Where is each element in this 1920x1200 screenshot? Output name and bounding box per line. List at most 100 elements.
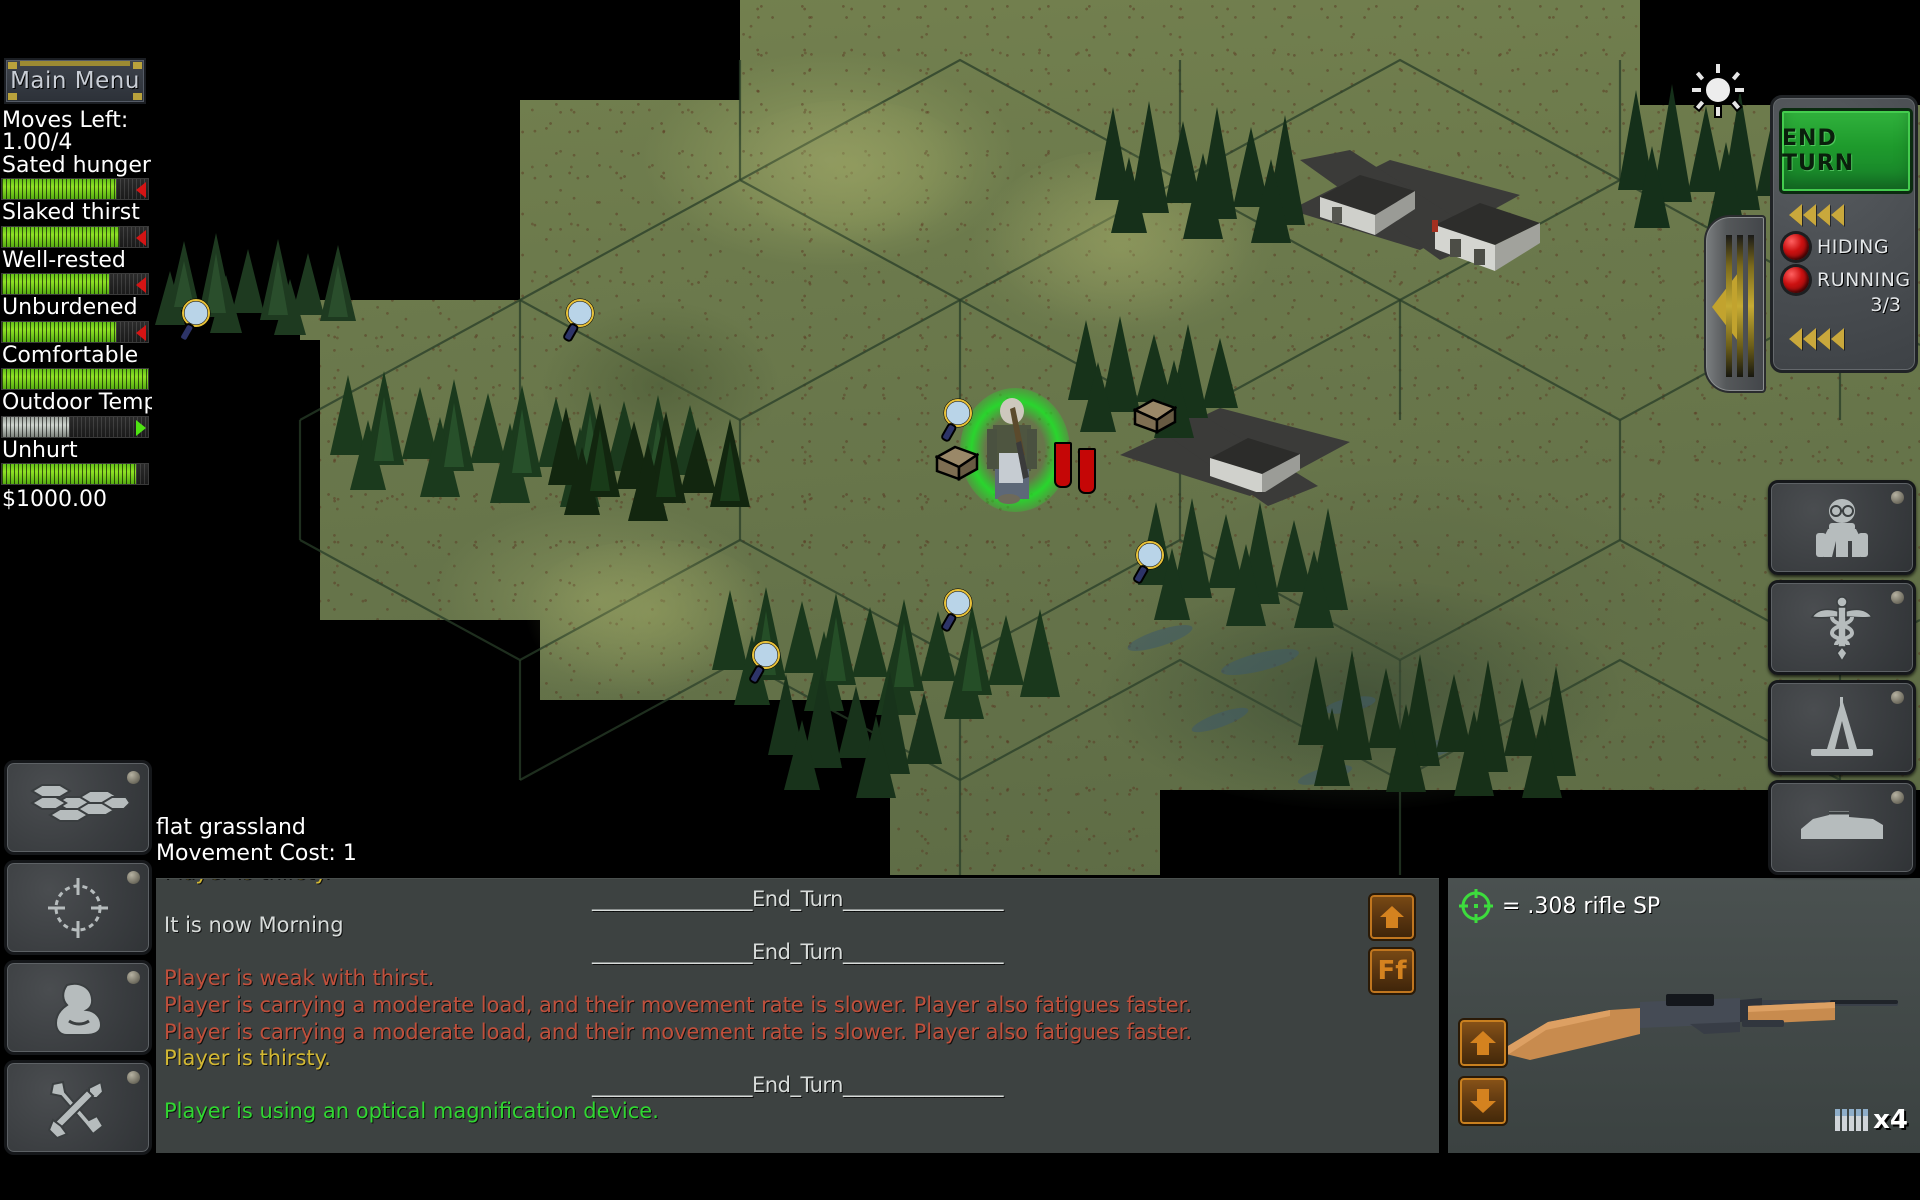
- car-icon: [1801, 810, 1883, 839]
- status-bar-empty: [136, 463, 148, 484]
- rivet-decoration: [127, 771, 140, 784]
- equipped-weapon-panel[interactable]: = .308 rifle SP x4: [1448, 878, 1920, 1153]
- shelter-button[interactable]: [1768, 680, 1916, 775]
- chevron-left-icon: [1789, 204, 1802, 226]
- targeting-button[interactable]: [4, 860, 152, 955]
- turn-gauge-decoration: [1704, 215, 1766, 393]
- building-3: [1210, 438, 1300, 492]
- item-marker[interactable]: [1078, 448, 1096, 494]
- main-menu-button[interactable]: Main Menu: [4, 58, 146, 104]
- flexed-bicep-icon: [54, 982, 103, 1036]
- log-line: Player is weak with thirst.: [164, 966, 435, 991]
- search-marker-icon[interactable]: [178, 298, 212, 344]
- status-bar-marker-icon: [136, 419, 146, 436]
- status-led-list: HIDING RUNNING 3/3: [1779, 234, 1910, 316]
- status-bar-label: Comfortable: [2, 344, 139, 368]
- chevron-left-icon: [1789, 328, 1802, 350]
- tools-icon: [47, 1080, 105, 1139]
- event-log-panel[interactable]: Player is thirsty. ________________End_Tu…: [156, 878, 1439, 1153]
- hex-map[interactable]: [0, 0, 1920, 875]
- chevron-left-icon: [1803, 204, 1816, 226]
- hex-map-button[interactable]: [4, 760, 152, 855]
- log-controls: Ff: [1368, 893, 1416, 1001]
- strength-button[interactable]: [4, 960, 152, 1055]
- search-marker-icon[interactable]: [562, 298, 596, 344]
- search-marker-icon[interactable]: [1132, 540, 1166, 586]
- sun-weather-icon: [1690, 62, 1746, 118]
- status-bar-marker-icon: [136, 277, 146, 294]
- event-log-lines: Player is thirsty. ________________End_Tu…: [156, 879, 1439, 1125]
- end-turn-panel: END TURN HIDING RUNNING 3/3: [1770, 95, 1918, 373]
- status-bar-marker-icon: [136, 229, 146, 246]
- loot-crate-icon[interactable]: [935, 445, 979, 481]
- vehicle-button[interactable]: [1768, 780, 1916, 875]
- search-marker-icon[interactable]: [748, 640, 782, 686]
- status-bar-marker-icon: [136, 324, 146, 341]
- chevron-left-icon: [1803, 328, 1816, 350]
- crafting-button[interactable]: [4, 1060, 152, 1155]
- rivet-decoration: [127, 971, 140, 984]
- status-indicator-row[interactable]: RUNNING: [1783, 267, 1910, 293]
- rivet-decoration: [1891, 691, 1904, 704]
- search-marker-icon[interactable]: [940, 398, 974, 444]
- status-bar-fill: [2, 274, 109, 295]
- weapon-move-up-button[interactable]: [1458, 1018, 1508, 1068]
- log-line: Player is thirsty.: [164, 1046, 331, 1071]
- crosshair-icon: [48, 877, 108, 938]
- left-toolbar: [4, 760, 154, 1160]
- chevron-left-group-bottom: [1789, 328, 1909, 350]
- moves-left-label: Moves Left:: [2, 110, 129, 133]
- end-turn-button[interactable]: END TURN: [1779, 108, 1913, 194]
- movement-cost-value: 1: [342, 840, 357, 866]
- ammo-count-value: x4: [1873, 1105, 1908, 1135]
- terrain-movement-cost: Movement Cost: 1: [156, 841, 357, 867]
- ammo-reticle-icon: [1459, 889, 1493, 923]
- menu-corner: [133, 62, 142, 69]
- chevron-left-icon: [1831, 328, 1844, 350]
- log-line: Player is carrying a moderate load, and …: [164, 1019, 1193, 1044]
- medical-button[interactable]: [1768, 580, 1916, 675]
- rifle-image[interactable]: [1490, 976, 1900, 1066]
- terrain-info: flat grassland Movement Cost: 1: [156, 815, 357, 867]
- status-bar-gauge: [1, 462, 149, 485]
- right-toolbar: [1768, 480, 1916, 880]
- search-marker-icon[interactable]: [940, 588, 974, 634]
- menu-corner: [8, 62, 17, 69]
- menu-gold-trim: [20, 61, 130, 66]
- arrow-down-icon: [1470, 1089, 1496, 1113]
- log-line: Player is using an optical magnification…: [164, 1099, 659, 1124]
- status-bar-fill: [2, 179, 116, 200]
- status-bar-fill: [2, 463, 137, 484]
- building-2: [1432, 203, 1540, 271]
- log-filter-button[interactable]: Ff: [1368, 947, 1416, 995]
- status-bar-fill: [2, 369, 148, 390]
- status-bar-label: Unburdened: [2, 297, 138, 320]
- status-bar-label: Outdoor Temp:: [2, 392, 152, 415]
- main-menu-label: Main Menu: [10, 68, 140, 94]
- log-line: ________________End_Turn________________: [592, 939, 1003, 964]
- log-line: Player is carrying a moderate load, and …: [164, 992, 1193, 1017]
- weapon-move-down-button[interactable]: [1458, 1076, 1508, 1126]
- status-indicator-row[interactable]: HIDING: [1783, 234, 1909, 260]
- status-bar-marker-icon: [136, 182, 146, 199]
- status-indicator-value: 3/3: [1870, 294, 1901, 316]
- status-bar-gauge: [1, 415, 149, 438]
- ammo-count-row: x4: [1834, 1103, 1908, 1137]
- arrow-up-icon: [1380, 906, 1404, 928]
- water-streaks: [1127, 625, 1463, 785]
- player-status-panel: Main Menu Moves Left: 1.00/4 Sated hunge…: [0, 50, 152, 512]
- status-bar-fill: [2, 226, 119, 247]
- loot-crate-icon[interactable]: [1133, 398, 1177, 434]
- rivet-decoration: [1891, 791, 1904, 804]
- bullet-stack-icon: [1835, 1109, 1869, 1131]
- status-bar-label: Well-rested: [2, 249, 126, 273]
- status-bar-gauge: [1, 320, 149, 343]
- rivet-decoration: [127, 871, 140, 884]
- player-avatar[interactable]: [975, 395, 1049, 505]
- status-bar-fill: [2, 416, 70, 437]
- item-marker[interactable]: [1054, 442, 1072, 488]
- character-button[interactable]: [1768, 480, 1916, 575]
- status-bar-label: Sated hunger: [2, 154, 151, 178]
- chevron-left-icon: [1817, 204, 1830, 226]
- log-scroll-up-button[interactable]: [1368, 893, 1416, 941]
